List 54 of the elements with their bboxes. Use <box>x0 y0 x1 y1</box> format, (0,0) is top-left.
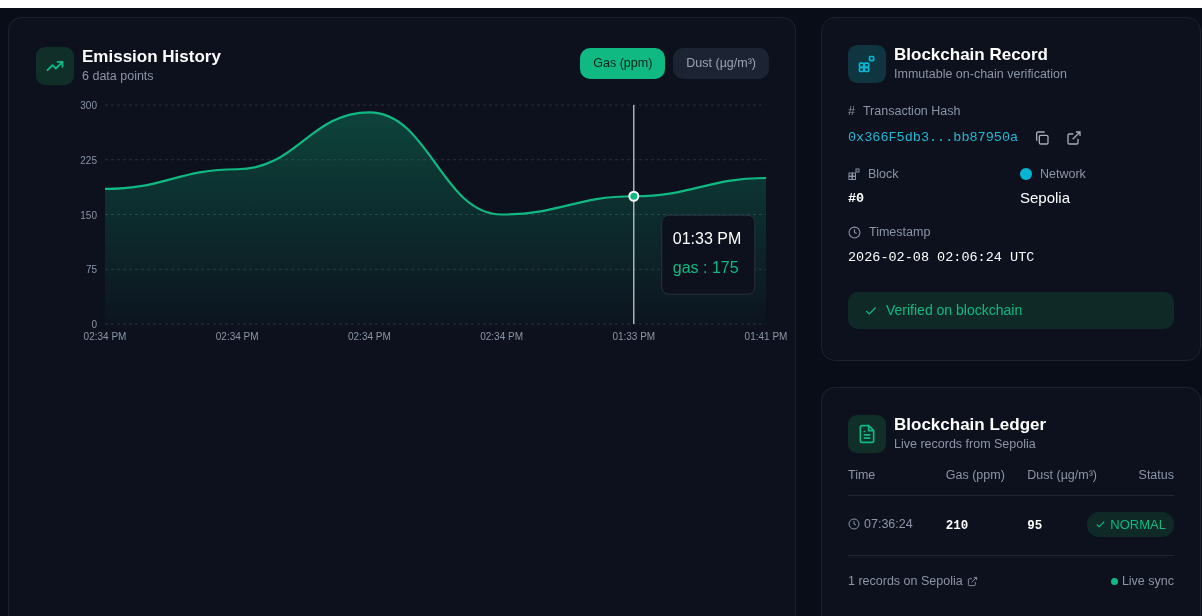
verified-text: Verified on blockchain <box>886 301 1023 320</box>
hash-icon: # <box>848 101 855 121</box>
table-cell: 210 <box>945 519 969 534</box>
table-cell-text: 07:36:24 <box>864 515 913 533</box>
network-value: Sepolia <box>1020 187 1072 208</box>
metric-toggle[interactable]: Gas (ppm) <box>580 48 666 79</box>
y-axis-label: 0 <box>91 318 97 330</box>
tooltip-title: 01:33 PM <box>672 230 742 247</box>
trend-icon <box>36 47 74 86</box>
x-axis-label: 02:34 PM <box>215 330 259 342</box>
card-subtitle: Immutable on-chain verification <box>894 66 1067 83</box>
x-axis-label: 01:33 PM <box>612 330 656 342</box>
blocks-icon <box>848 45 886 84</box>
column-header: Dust (µg/m³) <box>1027 467 1097 482</box>
column-header: Time <box>848 467 876 482</box>
y-axis-label: 225 <box>80 154 97 166</box>
y-axis-label: 300 <box>80 99 97 111</box>
card-title: Blockchain Ledger <box>894 415 1047 435</box>
copy-icon[interactable] <box>1034 129 1051 146</box>
card-title: Blockchain Record <box>894 45 1049 65</box>
document-icon <box>848 415 886 454</box>
field-label: Timestamp <box>869 224 931 241</box>
x-axis-label: 02:34 PM <box>83 330 127 342</box>
data-point[interactable] <box>628 190 640 202</box>
clock-icon <box>848 225 861 239</box>
external-link-icon[interactable] <box>966 575 978 587</box>
field-label: Network <box>1040 165 1086 183</box>
footer-link[interactable]: 1 records on Sepolia <box>848 572 963 591</box>
x-axis-label: 01:41 PM <box>744 330 788 342</box>
live-dot <box>1110 577 1118 585</box>
blocks-icon <box>848 168 860 181</box>
table-cell: 95 <box>1027 519 1043 534</box>
y-axis-label: 75 <box>85 264 97 275</box>
x-axis-label: 02:34 PM <box>348 330 391 342</box>
block-value: #0 <box>848 189 866 208</box>
x-axis-label: 02:34 PM <box>480 330 523 342</box>
check-icon <box>1095 518 1107 530</box>
clock-icon <box>848 518 860 531</box>
network-dot <box>1020 168 1032 181</box>
card-title: Emission History <box>82 47 221 67</box>
external-link-icon[interactable] <box>1066 129 1083 146</box>
y-axis-label: 150 <box>80 209 97 221</box>
sync-status: Live sync <box>1121 573 1174 590</box>
card-subtitle: Live records from Sepolia <box>894 436 1037 453</box>
field-label: Block <box>868 165 899 183</box>
tooltip-value: gas : 175 <box>672 259 739 276</box>
column-header: Status <box>1138 467 1174 482</box>
field-label: Transaction Hash <box>862 102 961 120</box>
timestamp-value: 2026-02-08 02:06:24 UTC <box>848 248 1036 267</box>
status-badge: NORMAL <box>1087 511 1174 537</box>
card-subtitle: 6 data points <box>82 68 155 85</box>
metric-toggle[interactable]: Dust (µg/m³) <box>673 48 769 79</box>
hash-value: 0x366F5db3...bb87950a <box>848 128 1019 147</box>
column-header: Gas (ppm) <box>945 467 1005 482</box>
